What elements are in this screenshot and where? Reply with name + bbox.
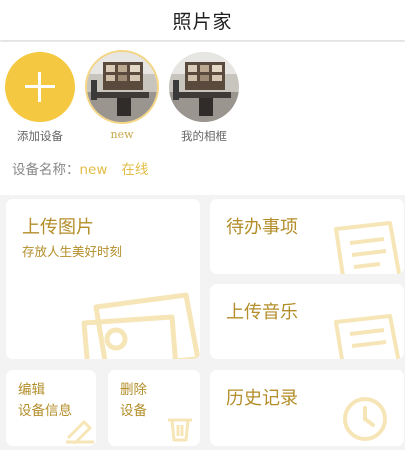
device-item-my-frame[interactable]: 我的相框 [164,52,244,144]
app-header: 照片家 [0,0,405,40]
device-info-bar: 设备名称：new 在线 [0,145,405,195]
upload-photo-card[interactable]: 上传图片 存放人生美好时刻 [6,199,200,359]
photo-icon [81,292,200,359]
todo-card[interactable]: 待办事项 [210,199,404,274]
todo-title: 待办事项 [226,217,298,238]
delete-device-card[interactable]: 删除 设备 [108,370,200,446]
plus-icon-stroke [38,72,41,102]
history-card[interactable]: 历史记录 [210,370,404,446]
clock-icon [343,397,387,441]
device-name-prefix: 设备名称： [12,162,80,178]
edit-device-card[interactable]: 编辑 设备信息 [6,370,96,446]
add-device-button[interactable]: 添加设备 [0,52,80,144]
pencil-icon [66,420,94,444]
upload-photo-subtitle: 存放人生美好时刻 [22,244,123,259]
delete-device-line1: 删除 [120,382,147,398]
device-name-value: new [79,162,108,178]
device-item-new[interactable]: new [82,52,162,141]
device-status-badge: 在线 [121,162,149,178]
add-device-circle[interactable] [5,52,75,122]
room-photo-icon [87,52,157,122]
device-thumbnail[interactable] [169,52,239,122]
device-label-new: new [110,128,134,141]
device-list: 添加设备 new 我的相框 [0,42,405,145]
upload-music-title: 上传音乐 [226,302,298,323]
device-info-row: 设备名称：new 在线 [12,158,148,178]
history-title: 历史记录 [226,388,298,409]
edit-device-line1: 编辑 [18,382,45,398]
trash-icon [168,418,192,442]
delete-device-line2: 设备 [120,403,147,419]
add-device-label: 添加设备 [17,129,63,143]
upload-music-card[interactable]: 上传音乐 [210,284,404,359]
page-title: 照片家 [172,10,233,33]
document-icon [334,221,402,274]
device-thumbnail[interactable] [87,52,157,122]
music-icon [334,314,401,359]
device-label-my-frame: 我的相框 [181,129,227,143]
room-photo-icon [169,52,239,122]
upload-photo-title: 上传图片 [22,217,94,238]
